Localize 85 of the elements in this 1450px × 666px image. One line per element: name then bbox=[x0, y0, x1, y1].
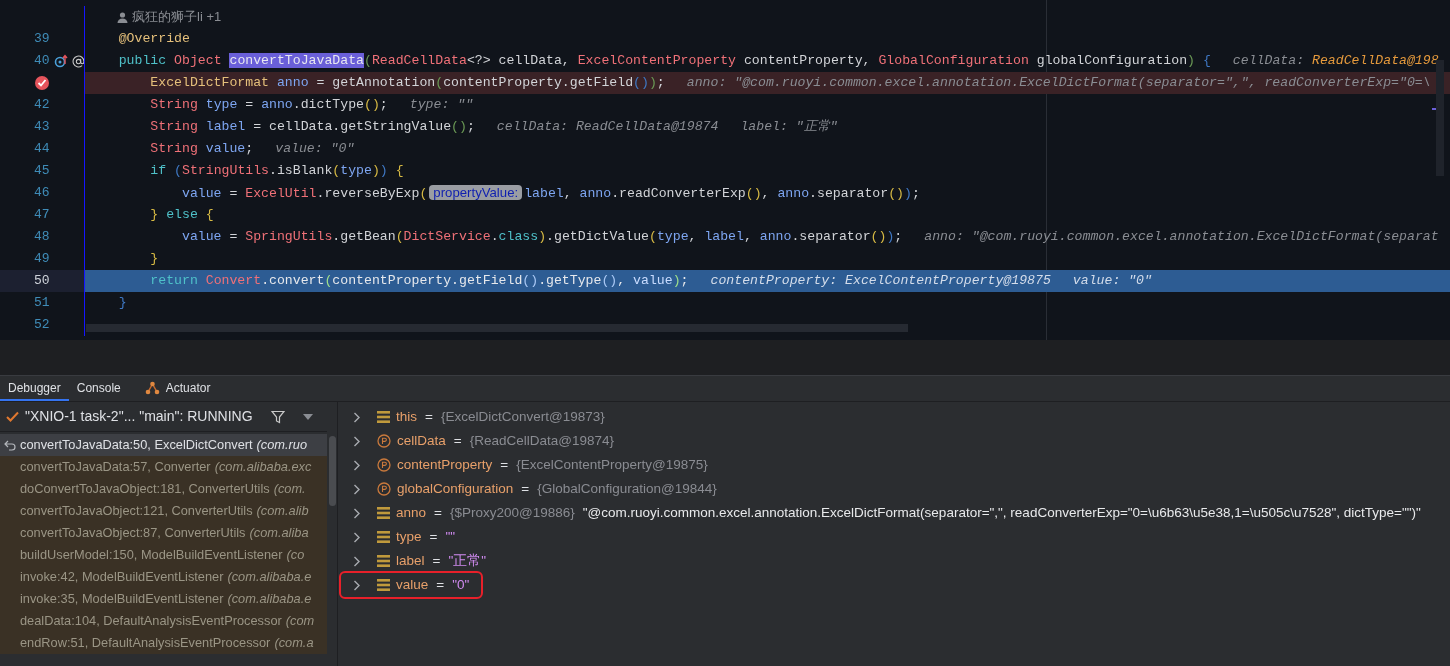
expand-chevron-icon[interactable] bbox=[353, 531, 361, 543]
expand-chevron-icon[interactable] bbox=[353, 459, 361, 471]
line-number: 47 bbox=[34, 206, 50, 225]
line-number: 43 bbox=[34, 118, 50, 137]
implements-icon[interactable] bbox=[53, 54, 68, 68]
inline-hint: anno: "@com.ruoyi.common.excel.annotation.ExcelDictFormat(separator=",", readConverterExp="0=\ bbox=[686, 74, 1431, 93]
field-icon bbox=[377, 555, 390, 567]
variable-row[interactable]: contentProperty = {ExcelContentProperty@19875} bbox=[353, 453, 720, 477]
line-number: 49 bbox=[34, 250, 50, 269]
inline-hint: contentProperty: ExcelContentProperty@19875 bbox=[710, 272, 1051, 291]
field-icon bbox=[377, 411, 390, 423]
line-number: 40 bbox=[34, 52, 50, 71]
parameter-icon bbox=[377, 434, 391, 448]
code-line: public Object convertToJavaData(ReadCellData<?> cellData, ExcelContentProperty contentProperty, GlobalConfiguration globalConfiguration) { bbox=[117, 52, 1211, 71]
breakpoint-icon[interactable] bbox=[34, 75, 50, 91]
code-line: value = ExcelUtil.reverseByExp( propertyValue: label, anno.readConverterExp(), anno.separator()); bbox=[180, 183, 920, 203]
inline-hint: value: "0" bbox=[1072, 272, 1152, 291]
thread-selector[interactable]: "XNIO-1 task-2"... "main": RUNNING bbox=[0, 402, 327, 432]
stack-frame[interactable]: invoke:35, ModelBuildEventListener (com.alibaba.e bbox=[0, 588, 327, 610]
code-line: value = SpringUtils.getBean(DictService.class).getDictValue(type, label, anno.separator()); bbox=[180, 228, 903, 247]
parameter-icon bbox=[377, 458, 391, 472]
field-icon bbox=[377, 579, 390, 591]
stack-frame[interactable]: convertToJavaObject:87, ConverterUtils (com.aliba bbox=[0, 522, 327, 544]
stack-frame[interactable]: invoke:42, ModelBuildEventListener (com.alibaba.e bbox=[0, 566, 327, 588]
line-number: 45 bbox=[34, 162, 50, 181]
author-hint[interactable]: 疯狂的狮子li +1 bbox=[132, 7, 222, 27]
code-line: } bbox=[117, 294, 127, 313]
stack-frame[interactable]: convertToJavaObject:121, ConverterUtils (com.alib bbox=[0, 500, 327, 522]
at-sign-icon bbox=[71, 54, 85, 68]
code-line: if (StringUtils.isBlank(type)) { bbox=[149, 162, 404, 181]
line-number: 39 bbox=[34, 30, 50, 49]
code-line: ExcelDictFormat anno = getAnnotation(contentProperty.getField()); bbox=[149, 74, 665, 93]
variable-row[interactable]: type = "" bbox=[353, 525, 467, 549]
tool-tab[interactable]: Console bbox=[68, 376, 129, 401]
parameter-icon bbox=[377, 482, 391, 496]
inline-hint: cellData: ReadCellData@19874 bbox=[496, 118, 719, 137]
expand-chevron-icon[interactable] bbox=[353, 435, 361, 447]
expand-chevron-icon[interactable] bbox=[353, 483, 361, 495]
code-line: @Override bbox=[117, 30, 190, 49]
expand-chevron-icon[interactable] bbox=[353, 507, 361, 519]
scrollbar-thumb[interactable] bbox=[328, 436, 336, 506]
scrollbar-thumb[interactable] bbox=[1436, 60, 1444, 176]
variable-row[interactable]: globalConfiguration = {GlobalConfiguration@19844} bbox=[353, 477, 729, 501]
variable-row[interactable]: value = "0" bbox=[341, 573, 482, 597]
line-number: 51 bbox=[34, 294, 50, 313]
dropdown-caret-icon[interactable] bbox=[303, 413, 313, 420]
stack-frame[interactable]: doConvertToJavaObject:181, ConverterUtils (com. bbox=[0, 478, 327, 500]
line-number: 42 bbox=[34, 96, 50, 115]
inline-hint: label: "正常" bbox=[740, 118, 838, 137]
line-number: 44 bbox=[34, 140, 50, 159]
stack-frame[interactable]: convertToJavaData:57, Converter (com.alibaba.exc bbox=[0, 456, 327, 478]
field-icon bbox=[377, 531, 390, 543]
inline-hint: value: "0" bbox=[275, 140, 355, 159]
code-line: String label = cellData.getStringValue(); bbox=[149, 118, 475, 137]
inline-hint: anno: "@com.ruoyi.common.excel.annotation.ExcelDictFormat(separat bbox=[924, 228, 1439, 247]
return-arrow-icon bbox=[4, 439, 16, 451]
variable-row[interactable]: anno = {$Proxy200@19886} "@com.ruoyi.common.excel.annotation.ExcelDictFormat(separator=",", readConverterExp="0=\u6b63\u5e38,1=\u505c\u7528", dictType="")" bbox=[353, 501, 1433, 525]
stack-frame[interactable]: endRow:51, DefaultAnalysisEventProcessor (com.a bbox=[0, 632, 327, 654]
thread-name: "XNIO-1 task-2"... "main": RUNNING bbox=[25, 407, 253, 426]
stack-frame[interactable]: buildUserModel:150, ModelBuildEventListener (co bbox=[0, 544, 327, 566]
line-number: 46 bbox=[34, 184, 50, 203]
inline-hint: type: "" bbox=[409, 96, 474, 115]
check-icon bbox=[6, 411, 19, 422]
line-number: 52 bbox=[34, 316, 50, 335]
code-line: } else { bbox=[149, 206, 214, 225]
line-number: 48 bbox=[34, 228, 50, 247]
variable-row[interactable]: label = "正常" bbox=[353, 549, 498, 573]
variable-row[interactable]: cellData = {ReadCellData@19874} bbox=[353, 429, 626, 453]
stack-frame[interactable]: dealData:104, DefaultAnalysisEventProcessor (com bbox=[0, 610, 327, 632]
horizontal-scrollbar-thumb[interactable] bbox=[86, 324, 908, 332]
field-icon bbox=[377, 507, 390, 519]
expand-chevron-icon[interactable] bbox=[353, 411, 361, 423]
code-line: return Convert.convert(contentProperty.getField().getType(), value); bbox=[149, 272, 689, 291]
code-line: String type = anno.dictType(); bbox=[149, 96, 388, 115]
tool-tab[interactable]: Actuator bbox=[136, 376, 219, 401]
filter-icon[interactable] bbox=[271, 409, 285, 424]
expand-chevron-icon[interactable] bbox=[353, 555, 361, 567]
line-number: 50 bbox=[34, 272, 50, 291]
inline-hint: cellData: ReadCellData@198 bbox=[1232, 52, 1439, 71]
person-icon bbox=[117, 11, 128, 23]
expand-chevron-icon[interactable] bbox=[353, 579, 361, 591]
stack-frame[interactable]: convertToJavaData:50, ExcelDictConvert (com.ruo bbox=[0, 434, 327, 456]
code-line: } bbox=[149, 250, 159, 269]
code-line: String value; bbox=[149, 140, 254, 159]
variable-row[interactable]: this = {ExcelDictConvert@19873} bbox=[353, 405, 617, 429]
